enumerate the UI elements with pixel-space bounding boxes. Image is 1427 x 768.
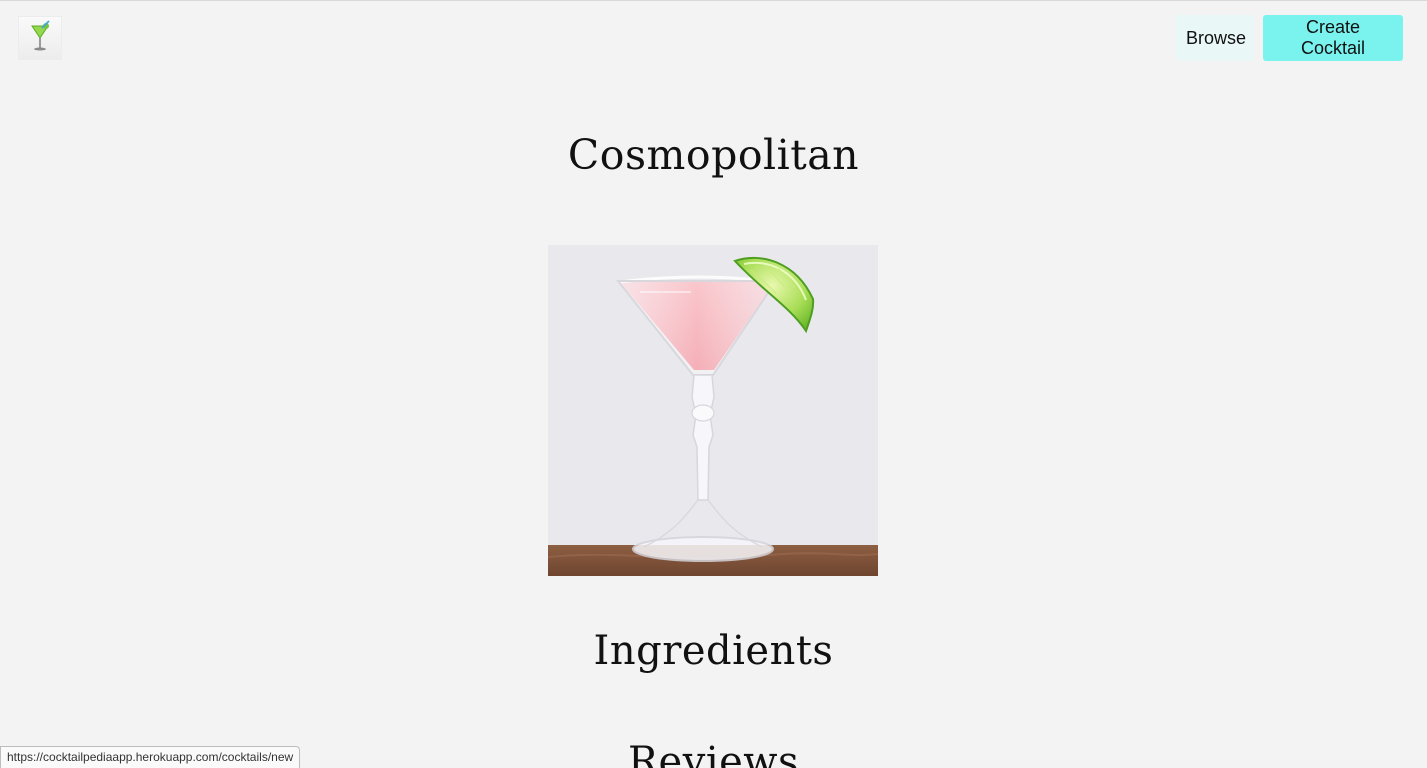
browse-button[interactable]: Browse [1176,15,1254,61]
status-bar-url: https://cocktailpediaapp.herokuapp.com/c… [0,746,301,768]
cocktail-image [548,245,878,576]
create-cocktail-button[interactable]: Create Cocktail [1263,15,1403,61]
page-title: Cosmopolitan [567,131,860,179]
cocktail-logo-icon[interactable] [18,16,62,60]
cocktail-detail-page: Browse Create Cocktail Cosmopolitan Ingr… [0,0,1427,768]
ingredients-heading: Ingredients [593,628,834,674]
